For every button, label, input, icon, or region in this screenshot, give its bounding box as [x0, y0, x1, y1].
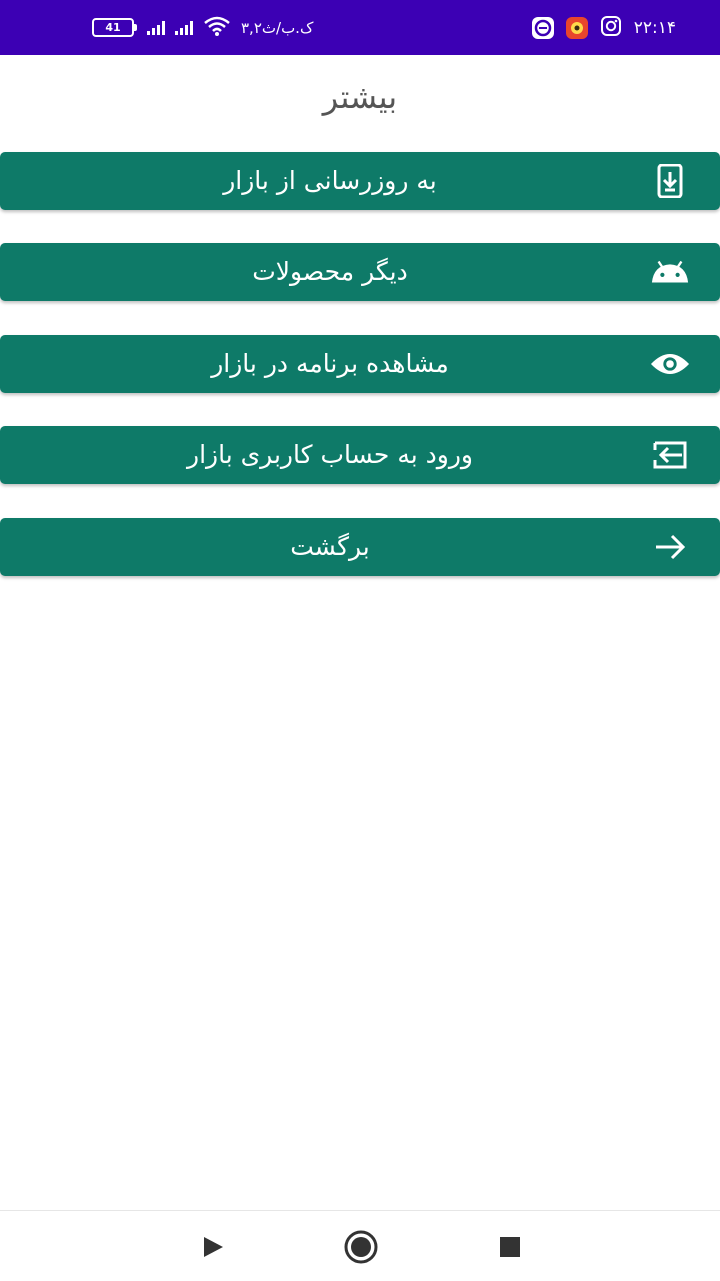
navigation-bar: [0, 1210, 720, 1281]
signal-icon: [175, 20, 193, 35]
other-products-button[interactable]: دیگر محصولات: [0, 243, 720, 301]
update-from-bazaar-button[interactable]: به روزرسانی از بازار: [0, 152, 720, 210]
back-button[interactable]: برگشت: [0, 518, 720, 576]
wifi-icon: [203, 16, 231, 40]
button-label: ورود به حساب کاربری بازار: [187, 440, 473, 469]
eye-icon: [650, 348, 690, 380]
login-bazaar-account-button[interactable]: ورود به حساب کاربری بازار: [0, 426, 720, 484]
recents-icon[interactable]: [492, 1229, 528, 1265]
home-icon[interactable]: [343, 1229, 379, 1265]
button-label: برگشت: [290, 532, 370, 561]
view-in-bazaar-button[interactable]: مشاهده برنامه در بازار: [0, 335, 720, 393]
arrow-right-icon: [650, 531, 690, 563]
browser-app-icon: [531, 16, 554, 39]
battery-icon: 41: [92, 18, 137, 37]
status-left-group: 41 ۳,۲ک.ب/ث: [92, 0, 313, 55]
status-bar: 41 ۳,۲ک.ب/ث ۲۲:۱۴: [0, 0, 720, 55]
battery-level: 41: [92, 18, 134, 37]
network-speed: ۳,۲ک.ب/ث: [241, 18, 314, 37]
signal-icon: [147, 20, 165, 35]
android-icon: [650, 256, 690, 288]
back-icon[interactable]: [195, 1229, 231, 1265]
page-title: بیشتر: [322, 78, 398, 116]
login-icon: [650, 439, 690, 471]
download-phone-icon: [650, 164, 690, 198]
clock: ۲۲:۱۴: [633, 17, 676, 38]
status-right-group: ۲۲:۱۴: [531, 0, 676, 55]
instagram-icon: [600, 15, 622, 41]
notification-app-icon: [565, 16, 588, 39]
button-label: دیگر محصولات: [252, 257, 408, 286]
button-label: مشاهده برنامه در بازار: [211, 349, 449, 378]
button-label: به روزرسانی از بازار: [223, 166, 437, 195]
